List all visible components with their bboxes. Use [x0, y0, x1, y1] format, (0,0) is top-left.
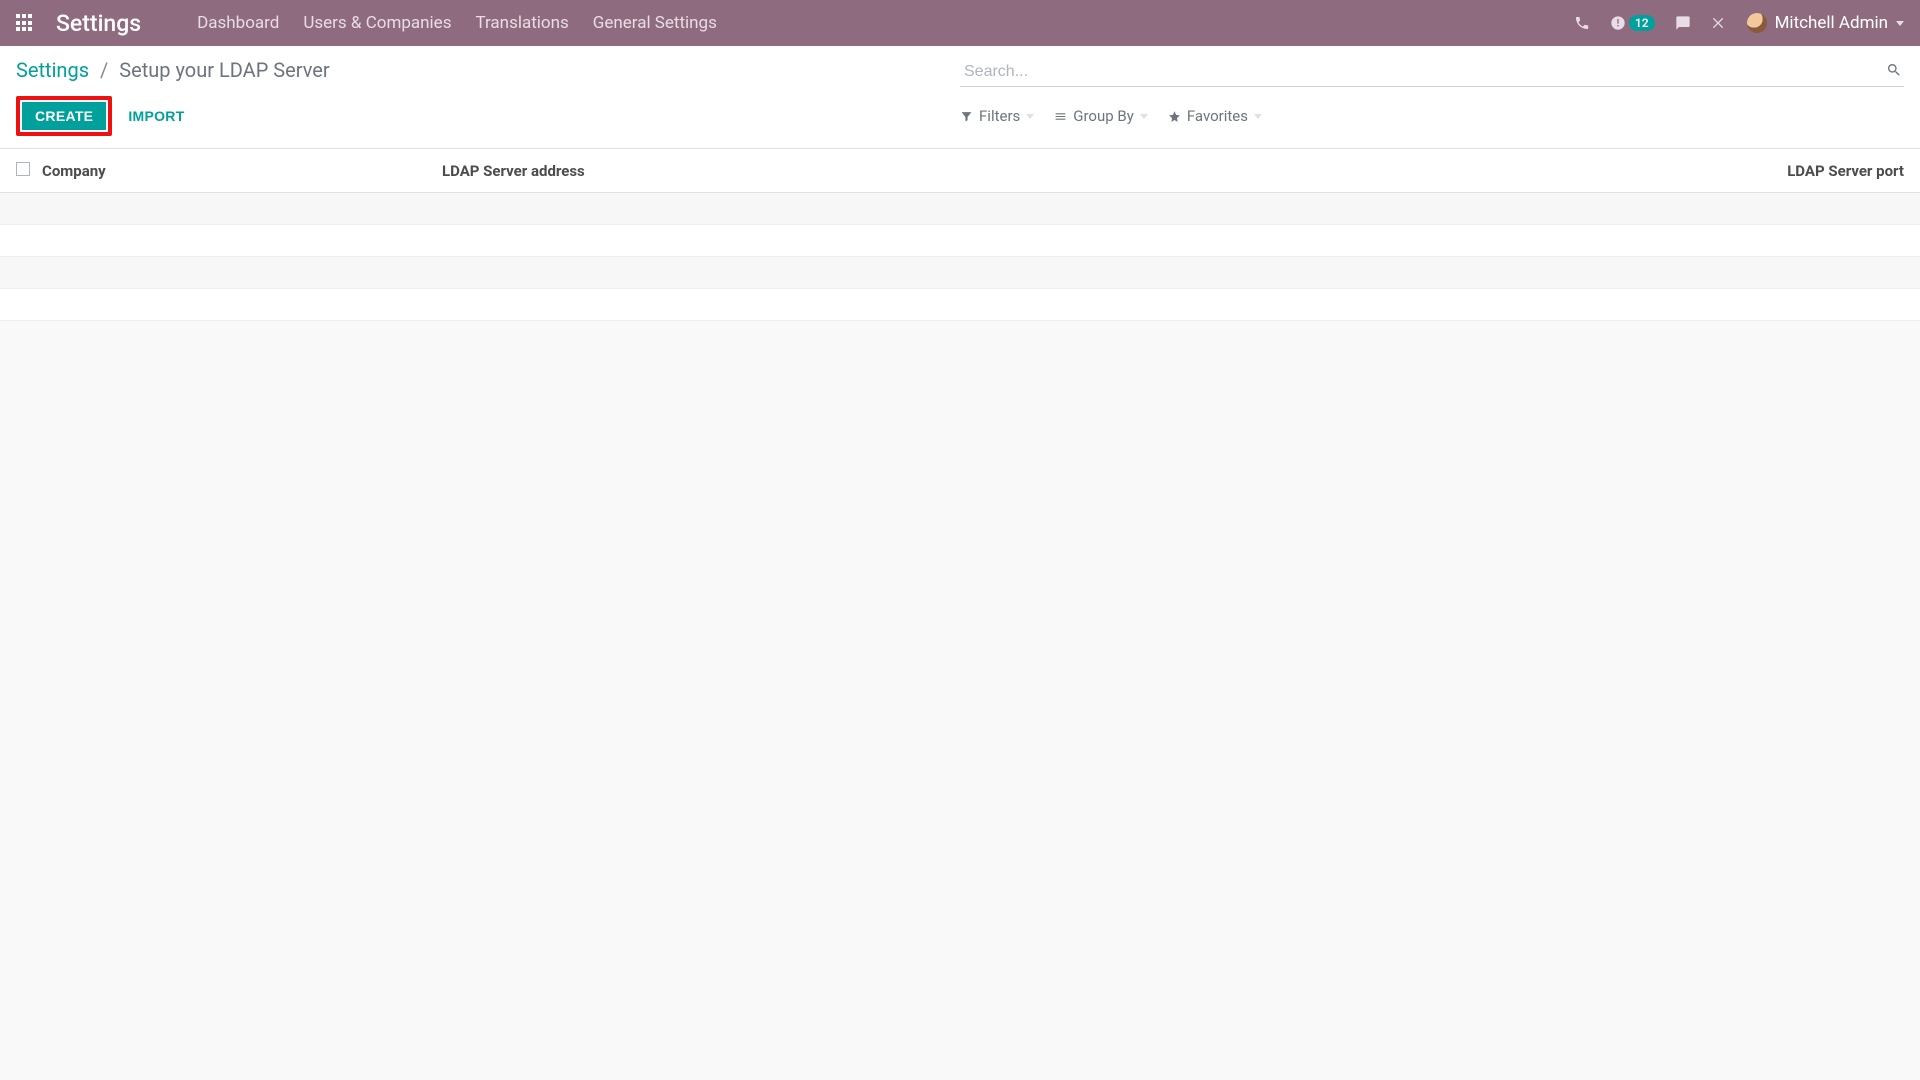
nav-right: 12 Mitchell Admin: [1574, 13, 1904, 33]
table-row: [0, 289, 1920, 321]
col-port[interactable]: LDAP Server port: [1704, 162, 1904, 180]
import-button[interactable]: IMPORT: [122, 102, 190, 130]
chevron-down-icon: [1254, 114, 1262, 119]
chevron-down-icon: [1026, 114, 1034, 119]
col-company[interactable]: Company: [42, 162, 442, 180]
nav-link-dashboard[interactable]: Dashboard: [197, 13, 279, 33]
chevron-down-icon: [1896, 21, 1904, 26]
select-all-checkbox[interactable]: [16, 162, 30, 176]
phone-icon[interactable]: [1574, 15, 1590, 31]
nav-link-general-settings[interactable]: General Settings: [593, 13, 717, 33]
breadcrumb-sep: /: [100, 58, 108, 82]
breadcrumb-root[interactable]: Settings: [16, 58, 89, 82]
user-menu[interactable]: Mitchell Admin: [1747, 13, 1904, 33]
groupby-label: Group By: [1073, 107, 1134, 125]
groupby-dropdown[interactable]: Group By: [1054, 107, 1148, 125]
activity-icon[interactable]: 12: [1610, 15, 1655, 31]
chevron-down-icon: [1140, 114, 1148, 119]
table-row: [0, 225, 1920, 257]
list-view: Company LDAP Server address LDAP Server …: [0, 149, 1920, 321]
search-input[interactable]: [960, 58, 1904, 87]
create-button[interactable]: CREATE: [22, 102, 106, 130]
table-header: Company LDAP Server address LDAP Server …: [0, 149, 1920, 193]
control-panel: Settings / Setup your LDAP Server CREATE…: [0, 46, 1920, 149]
create-highlight: CREATE: [16, 96, 112, 136]
activity-badge: 12: [1629, 15, 1655, 31]
app-title: Settings: [56, 10, 141, 37]
nav-links: Dashboard Users & Companies Translations…: [197, 13, 717, 33]
search-icon[interactable]: [1886, 62, 1902, 82]
avatar-icon: [1747, 13, 1767, 33]
col-checkbox: [16, 162, 42, 180]
col-address[interactable]: LDAP Server address: [442, 162, 1704, 180]
filters-dropdown[interactable]: Filters: [960, 107, 1034, 125]
messages-icon[interactable]: [1675, 15, 1691, 31]
search-wrap: [960, 58, 1904, 87]
filter-area: Filters Group By Favorites: [960, 107, 1262, 125]
filters-label: Filters: [979, 107, 1020, 125]
table-row: [0, 193, 1920, 225]
star-icon: [1168, 110, 1181, 123]
favorites-dropdown[interactable]: Favorites: [1168, 107, 1262, 125]
breadcrumb: Settings / Setup your LDAP Server: [16, 56, 960, 88]
action-buttons: CREATE IMPORT: [16, 96, 960, 136]
close-icon[interactable]: [1711, 15, 1727, 31]
table-row: [0, 257, 1920, 289]
user-name: Mitchell Admin: [1775, 13, 1888, 33]
nav-link-translations[interactable]: Translations: [475, 13, 568, 33]
apps-icon[interactable]: [16, 14, 34, 32]
favorites-label: Favorites: [1187, 107, 1248, 125]
breadcrumb-current: Setup your LDAP Server: [119, 58, 329, 82]
funnel-icon: [960, 110, 973, 123]
nav-link-users-companies[interactable]: Users & Companies: [303, 13, 451, 33]
top-navbar: Settings Dashboard Users & Companies Tra…: [0, 0, 1920, 46]
list-icon: [1054, 110, 1067, 123]
